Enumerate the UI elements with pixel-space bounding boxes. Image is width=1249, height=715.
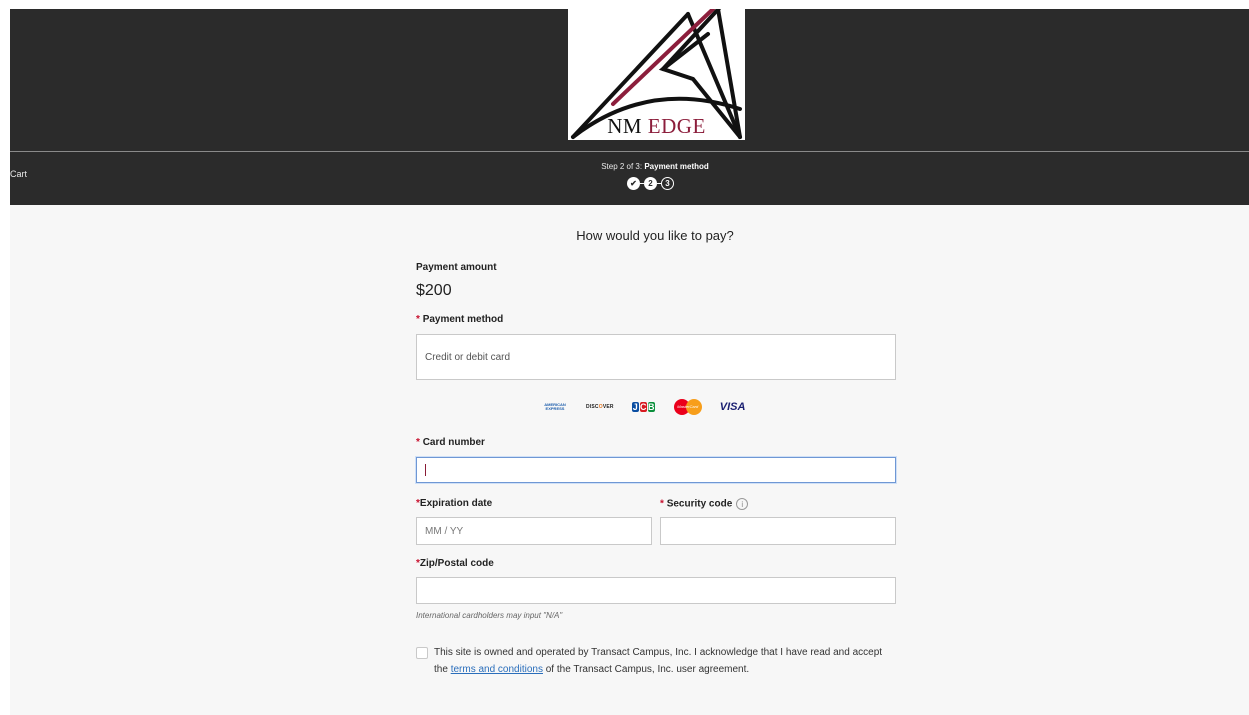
terms-link[interactable]: terms and conditions bbox=[451, 664, 543, 675]
zip-code-input[interactable] bbox=[416, 577, 896, 604]
step-2-current: 2 bbox=[644, 176, 657, 190]
mastercard-logo-icon: MasterCard bbox=[673, 399, 702, 415]
required-marker: * bbox=[660, 498, 664, 510]
required-marker: * bbox=[416, 437, 420, 448]
jcb-b: B bbox=[647, 402, 655, 412]
expiration-date-label: *Expiration date bbox=[416, 498, 492, 509]
info-icon[interactable]: i bbox=[736, 498, 749, 510]
payment-method-label: * Payment method bbox=[416, 314, 503, 325]
amex-logo-icon: AMERICAN EXPRESS bbox=[544, 402, 566, 411]
jcb-logo-icon: J C B bbox=[631, 399, 656, 415]
discover-text-a: DISC bbox=[586, 404, 599, 410]
payment-amount-value: $200 bbox=[416, 282, 452, 299]
payment-method-select[interactable]: Credit or debit card bbox=[416, 334, 896, 380]
visa-logo-icon: VISA bbox=[719, 401, 746, 413]
page-heading: How would you like to pay? bbox=[576, 228, 734, 243]
logo-text-edge: EDGE bbox=[647, 114, 706, 138]
card-number-label: * Card number bbox=[416, 437, 485, 448]
agreement-suffix: of the Transact Campus, Inc. user agreem… bbox=[542, 664, 750, 675]
jcb-j: J bbox=[631, 402, 639, 412]
card-number-input[interactable] bbox=[416, 457, 896, 483]
mastercard-text: MasterCard bbox=[677, 404, 699, 409]
logo-text-nm: NM bbox=[607, 114, 643, 138]
payment-method-label-text: Payment method bbox=[422, 314, 504, 325]
step-current-label: Payment method bbox=[644, 162, 709, 171]
terms-agreement-text: This site is owned and operated by Trans… bbox=[434, 644, 894, 678]
zip-code-hint: International cardholders may input "N/A… bbox=[416, 611, 563, 620]
terms-checkbox[interactable] bbox=[416, 647, 428, 659]
step-prefix: Step 2 of 3: bbox=[601, 162, 645, 171]
expiration-date-input[interactable]: MM / YY bbox=[416, 517, 652, 545]
nm-edge-logo: NM EDGE bbox=[568, 9, 745, 140]
discover-text-c: VER bbox=[602, 404, 614, 410]
step-indicator: ✔ 2 3 bbox=[627, 176, 674, 190]
expiration-date-label-text: Expiration date bbox=[419, 498, 493, 509]
card-number-label-text: Card number bbox=[422, 437, 485, 448]
payment-method-value: Credit or debit card bbox=[425, 351, 511, 363]
discover-logo-icon: DISC O VER bbox=[586, 404, 614, 410]
page: NM EDGE Cart Step 2 of 3: Payment method… bbox=[10, 9, 1249, 715]
step-title: Step 2 of 3: Payment method bbox=[10, 162, 1249, 171]
checkout-step-bar: Cart Step 2 of 3: Payment method ✔ 2 3 bbox=[10, 151, 1249, 205]
accepted-cards: AMERICAN EXPRESS DISC O VER J C B MasterCa… bbox=[542, 397, 763, 417]
payment-amount-label: Payment amount bbox=[416, 262, 497, 273]
jcb-c: C bbox=[639, 402, 647, 412]
text-cursor bbox=[425, 464, 426, 476]
security-code-input[interactable] bbox=[660, 517, 896, 545]
step-3-upcoming: 3 bbox=[661, 176, 674, 190]
required-marker: * bbox=[416, 314, 420, 325]
zip-code-label-text: Zip/Postal code bbox=[419, 558, 494, 569]
step-1-complete-icon: ✔ bbox=[627, 176, 640, 190]
security-code-label: * Security code i bbox=[660, 498, 749, 510]
security-code-label-text: Security code bbox=[666, 498, 733, 510]
logo-wordmark: NM EDGE bbox=[568, 114, 745, 139]
site-header: NM EDGE bbox=[10, 9, 1249, 151]
expiration-date-placeholder: MM / YY bbox=[425, 525, 464, 537]
zip-code-label: *Zip/Postal code bbox=[416, 558, 494, 569]
